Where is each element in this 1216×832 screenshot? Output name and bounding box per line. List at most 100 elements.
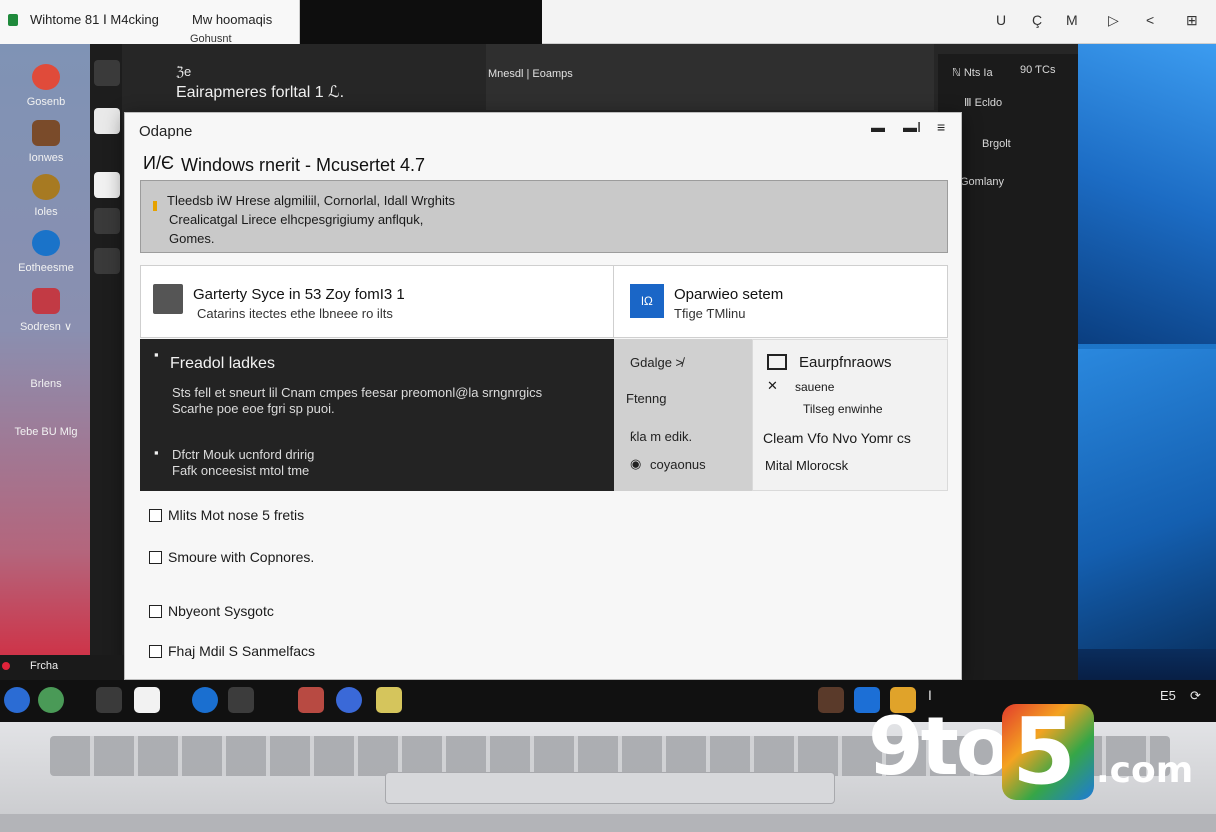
c-control-icon[interactable]: Ç [1032, 12, 1042, 28]
desktop-icon-ioles[interactable]: Ioles [0, 174, 92, 218]
card-subtitle: Tfige ƬMlinu [674, 306, 746, 321]
desktop-icon-ionwes[interactable]: Ionwes [0, 120, 92, 164]
u-control-icon[interactable]: U [996, 12, 1006, 28]
checkbox[interactable] [149, 604, 162, 618]
side-tool-icon[interactable] [94, 60, 120, 86]
feature-card[interactable]: Garterty Syce in 53 Zoy fomI3 1 Catarins… [140, 265, 614, 338]
grid-icon[interactable]: ⊞ [1186, 12, 1198, 29]
feature-list-panel: Eaurpfnraows ✕ sauene Tilseg enwinhe Cle… [752, 339, 948, 491]
options-list: Gdalge ≯ Ftenng ƙla m edik. coyaonus ◉ [614, 339, 752, 491]
desktop-icon-label: Tebe BU Mlg [14, 426, 78, 438]
desktop-icon-label: Sodresn ∨ [19, 321, 73, 333]
bg-line-1: ℨe [176, 64, 192, 79]
bg-right-item[interactable]: Ⅲ Ecldo [964, 96, 1002, 109]
active-tab-area[interactable] [300, 0, 542, 44]
bg-right-item[interactable]: Gomlany [960, 176, 1004, 188]
bg-right-item[interactable]: Brgolt [982, 138, 1011, 150]
checklist-item[interactable]: Nbyeont Sysgotc [149, 603, 274, 619]
trackpad [385, 772, 835, 804]
files-icon[interactable] [38, 687, 64, 713]
checklist-item[interactable]: Smoure with Copnores. [149, 549, 314, 565]
store-icon[interactable] [228, 687, 254, 713]
bullet-icon: ▪ [154, 347, 159, 362]
title-bar: Wihtome 81 Ⅰ M4cking Mw hoomaqis Gohusnt… [0, 0, 1216, 45]
checkbox[interactable] [149, 550, 162, 564]
side-tool-icon[interactable] [94, 172, 120, 198]
checkbox[interactable] [149, 644, 162, 658]
cart-icon[interactable] [96, 687, 122, 713]
feature-item[interactable]: sauene [795, 380, 834, 394]
checklist-item[interactable]: Mlits Mot nose 5 fretis [149, 507, 304, 523]
system-icon [153, 284, 183, 314]
tray-app-icon[interactable] [818, 687, 844, 713]
watermark-logo: 5 [1002, 698, 1094, 805]
checklist-label: Fhaj Mdil S Sanmelfacs [168, 643, 316, 659]
back-icon[interactable]: < [1146, 12, 1154, 28]
desktop-wallpaper-right [1078, 44, 1216, 680]
banner-line: Gomes. [169, 231, 215, 246]
options-item[interactable]: Ftenng [626, 391, 666, 406]
watermark-text: 5 [1012, 698, 1077, 805]
minimize-icon[interactable]: ▬ [871, 119, 885, 135]
app-icon [32, 288, 60, 314]
desktop-icon-label: Gosenb [26, 96, 66, 108]
side-tool-icon[interactable] [94, 208, 120, 234]
bg-right-item[interactable]: ℕ Nts Ia [952, 66, 993, 79]
maximize-icon[interactable]: ▬Ⅰ [903, 119, 921, 136]
feature-item[interactable]: Mital Mlorocsk [765, 458, 848, 473]
info-banner: Tleedsb iW Hrese algmiliil, Cornorlal, I… [140, 180, 948, 253]
tab-title: Mw hoomaqis [192, 12, 273, 27]
options-item[interactable]: coyaonus [650, 457, 706, 472]
feature-item[interactable]: Cleam Vfo Nvo Yomr cs [763, 430, 911, 446]
browser-tab[interactable]: Wihtome 81 Ⅰ M4cking Mw hoomaqis Gohusnt [0, 0, 300, 45]
mail-icon[interactable] [192, 687, 218, 713]
bg-right-item[interactable]: 90 ƬCs [1020, 64, 1055, 76]
panel-heading: Freadol ladkes [170, 355, 275, 372]
windows-tile-icon: lΩ [630, 284, 664, 318]
main-dialog[interactable]: Odapne ▬ ▬Ⅰ ≡ И/Є Windows rnerit - Mcuse… [124, 112, 962, 680]
photos-icon[interactable] [376, 687, 402, 713]
side-tool-icon[interactable] [94, 248, 120, 274]
shield-icon [32, 174, 60, 200]
dialog-title: Odapne [139, 123, 193, 140]
checkbox[interactable] [149, 508, 162, 522]
desktop-wallpaper-left: Gosenb Ionwes Ioles Eotheesme Sodresn ∨ … [0, 44, 92, 680]
watermark-text: .com [1096, 750, 1194, 791]
desktop-icon-gosenb[interactable]: Gosenb [0, 64, 92, 108]
desktop-icon-tebe[interactable]: Tebe BU Mlg [0, 426, 92, 438]
record-dot-icon [2, 662, 10, 670]
feature-item[interactable]: Tilseg enwinhe [803, 402, 883, 416]
play-icon[interactable]: ▷ [1108, 12, 1119, 29]
menu-icon[interactable]: ≡ [937, 119, 945, 135]
desktop-icon-eotheesme[interactable]: Eotheesme [0, 230, 92, 274]
doc-icon[interactable] [134, 687, 160, 713]
panel-line: Sts fell et sneurt lil Cnam cmpes feesar… [172, 385, 543, 400]
side-tool-icon[interactable] [94, 108, 120, 134]
wallpaper-pane [1078, 44, 1216, 344]
m-control-icon[interactable]: M [1066, 12, 1078, 28]
desktop-icon-label: Brlens [30, 378, 62, 390]
recording-label: Frcha [30, 660, 59, 672]
circle-icon: ◉ [630, 456, 642, 471]
game-icon[interactable] [298, 687, 324, 713]
windows-logo-icon: И/Є [143, 153, 174, 173]
options-item[interactable]: ƙla m edik. [630, 429, 692, 444]
desktop-icon-label: Ionwes [28, 152, 64, 164]
checklist-item[interactable]: Fhaj Mdil S Sanmelfacs [149, 643, 315, 659]
bg-line-2: Eairapmeres forltal 1 ℒ. [176, 84, 345, 101]
desktop-icon-sodresn[interactable]: Sodresn ∨ [0, 288, 92, 333]
wallpaper-pane [1078, 349, 1216, 649]
edge-icon [32, 230, 60, 256]
browser-icon[interactable] [336, 687, 362, 713]
options-item[interactable]: Gdalge ≯ [630, 355, 683, 370]
desktop-icon-brlens[interactable]: Brlens [0, 378, 92, 390]
checkbox-icon[interactable] [767, 354, 787, 370]
system-card[interactable]: lΩ Oparwieo setem Tfige ƬMlinu [613, 265, 948, 338]
recording-indicator[interactable]: Frcha [0, 655, 124, 680]
checklist-label: Mlits Mot nose 5 fretis [168, 507, 305, 523]
side-toolbar [90, 44, 122, 680]
panel-line: Fafk onceesist mtol tme [172, 463, 310, 478]
app-title: Wihtome 81 Ⅰ M4cking [30, 12, 159, 27]
start-icon[interactable] [4, 687, 30, 713]
checklist-label: Smoure with Copnores. [168, 549, 315, 565]
